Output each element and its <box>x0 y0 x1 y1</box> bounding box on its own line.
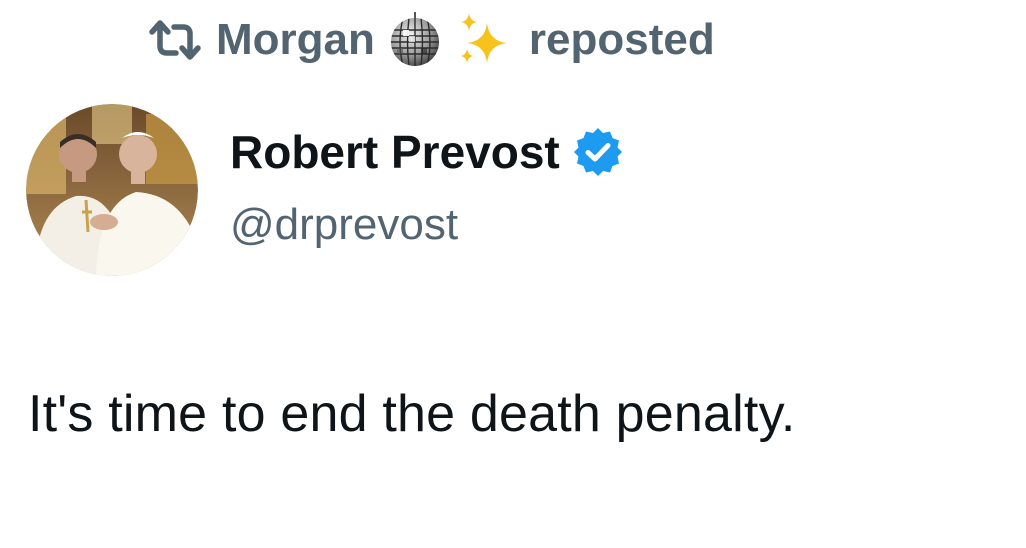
repost-user-name[interactable]: Morgan <box>216 15 375 65</box>
verified-badge-icon <box>573 128 622 176</box>
avatar[interactable] <box>26 104 198 276</box>
tweet-text: It's time to end the death penalty. <box>28 385 796 443</box>
author-display-name[interactable]: Robert Prevost <box>230 125 560 179</box>
sparkles-icon <box>460 13 507 63</box>
author-name-row[interactable]: Robert Prevost <box>230 124 624 180</box>
repost-header[interactable]: Morgan reposted <box>146 12 715 68</box>
repost-action-label: reposted <box>528 15 715 64</box>
repost-icon <box>149 20 201 60</box>
mirror-ball-icon <box>390 12 439 66</box>
author-handle[interactable]: @drprevost <box>230 200 458 250</box>
